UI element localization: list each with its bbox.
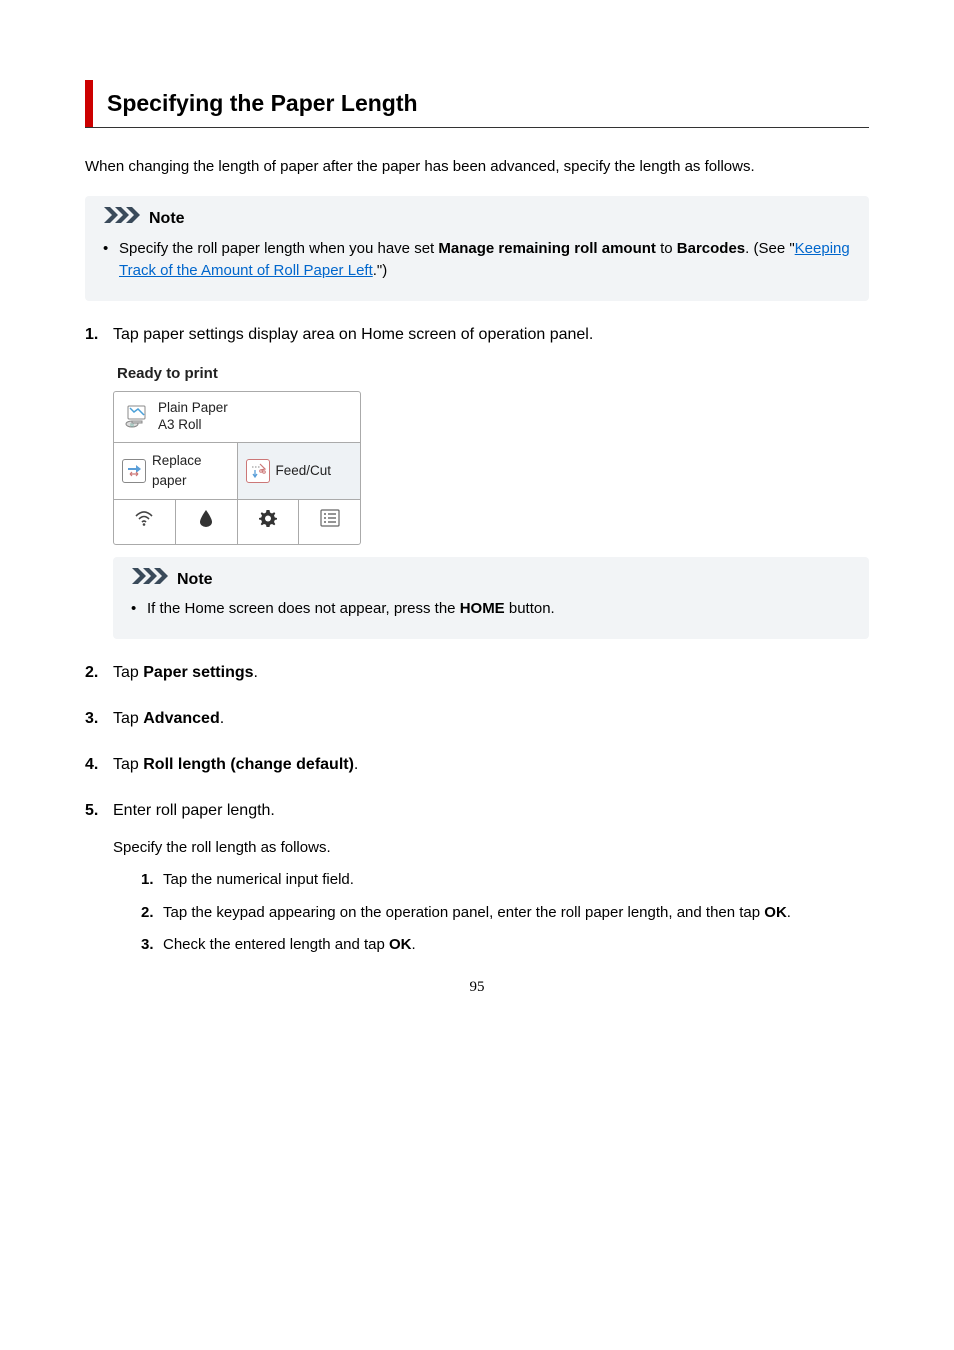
note-box-top: Note Specify the roll paper length when … xyxy=(85,196,869,301)
jobs-button[interactable] xyxy=(298,500,360,544)
feed-cut-button[interactable]: Feed/Cut xyxy=(237,443,361,500)
paper-type: Plain Paper xyxy=(158,400,228,417)
wifi-button[interactable] xyxy=(114,500,175,544)
step-2: Tap Paper settings. xyxy=(85,661,869,685)
note-chevrons-icon xyxy=(103,206,141,232)
substep-3: Check the entered length and tap OK. xyxy=(141,934,869,957)
note-label-inner: Note xyxy=(177,568,213,592)
note-item-inner: If the Home screen does not appear, pres… xyxy=(131,598,851,621)
substep-1: Tap the numerical input field. xyxy=(141,869,869,892)
replace-paper-button[interactable]: Replace paper xyxy=(114,443,237,500)
job-list-icon xyxy=(320,509,340,535)
printer-home-screenshot: Ready to print ◎ xyxy=(113,361,361,545)
paper-settings-display[interactable]: ◎ Plain Paper A3 Roll xyxy=(114,392,360,443)
replace-paper-icon xyxy=(122,459,146,483)
note-item: Specify the roll paper length when you h… xyxy=(103,238,851,283)
step-1-text: Tap paper settings display area on Home … xyxy=(113,323,869,347)
roll-paper-icon: ◎ xyxy=(124,404,150,430)
note-box-inner: Note If the Home screen does not appear,… xyxy=(113,557,869,639)
step-5: Enter roll paper length. Specify the rol… xyxy=(85,799,869,957)
step-5-subtext: Specify the roll length as follows. xyxy=(113,837,869,860)
ink-button[interactable] xyxy=(175,500,237,544)
step-3: Tap Advanced. xyxy=(85,707,869,731)
feed-cut-icon xyxy=(246,459,270,483)
section-title-bar: Specifying the Paper Length xyxy=(85,80,869,128)
note-header-inner: Note xyxy=(131,567,851,593)
paper-size: A3 Roll xyxy=(158,417,228,434)
status-ready: Ready to print xyxy=(113,361,361,392)
page-number: 95 xyxy=(0,976,954,999)
title-accent xyxy=(85,80,93,127)
settings-button[interactable] xyxy=(237,500,299,544)
step-1: Tap paper settings display area on Home … xyxy=(85,323,869,639)
wifi-icon xyxy=(134,509,154,535)
ink-drop-icon xyxy=(199,509,213,535)
note-chevrons-icon xyxy=(131,567,169,593)
step-4: Tap Roll length (change default). xyxy=(85,753,869,777)
intro-text: When changing the length of paper after … xyxy=(85,156,869,179)
note-label: Note xyxy=(149,207,185,231)
gear-icon xyxy=(258,508,278,536)
note-header: Note xyxy=(103,206,851,232)
substep-2: Tap the keypad appearing on the operatio… xyxy=(141,902,869,925)
section-title: Specifying the Paper Length xyxy=(93,80,418,127)
step-5-text: Enter roll paper length. xyxy=(113,799,869,823)
